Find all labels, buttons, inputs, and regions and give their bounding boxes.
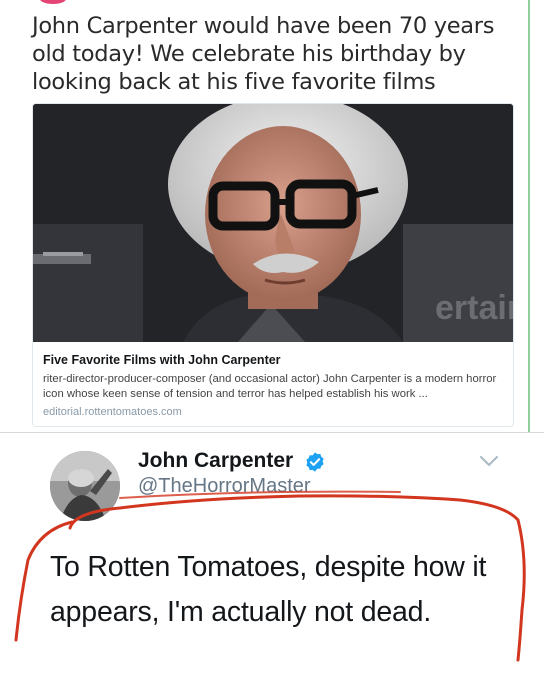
card-title[interactable]: Five Favorite Films with John Carpenter — [43, 353, 503, 367]
chevron-down-icon[interactable] — [478, 453, 500, 469]
backdrop-text: ertainment — [435, 289, 513, 327]
avatar[interactable] — [50, 451, 120, 521]
top-red-mark — [40, 0, 66, 4]
top-tweet-text: John Carpenter would have been 70 years … — [32, 13, 495, 95]
reply-tweet-text: To Rotten Tomatoes, despite how it appea… — [50, 551, 487, 628]
avatar-image — [50, 451, 120, 521]
card-image[interactable]: ertainment — [33, 104, 513, 342]
card-domain[interactable]: editorial.rottentomatoes.com — [43, 406, 503, 418]
author-name[interactable]: John Carpenter — [138, 449, 293, 473]
author-handle[interactable]: @TheHorrorMaster — [138, 475, 311, 498]
thread-edge-line — [528, 0, 530, 432]
card-description: riter-director-producer-composer (and oc… — [43, 373, 497, 400]
top-tweet[interactable]: John Carpenter would have been 70 years … — [0, 0, 544, 432]
portrait-illustration: ertainment — [33, 104, 513, 342]
reply-tweet[interactable]: John Carpenter @TheHorrorMaster To Rotte… — [0, 433, 544, 679]
link-card[interactable]: ertainment — [32, 103, 514, 427]
card-body: Five Favorite Films with John Carpenter … — [33, 342, 513, 418]
verified-badge-icon — [306, 452, 324, 472]
